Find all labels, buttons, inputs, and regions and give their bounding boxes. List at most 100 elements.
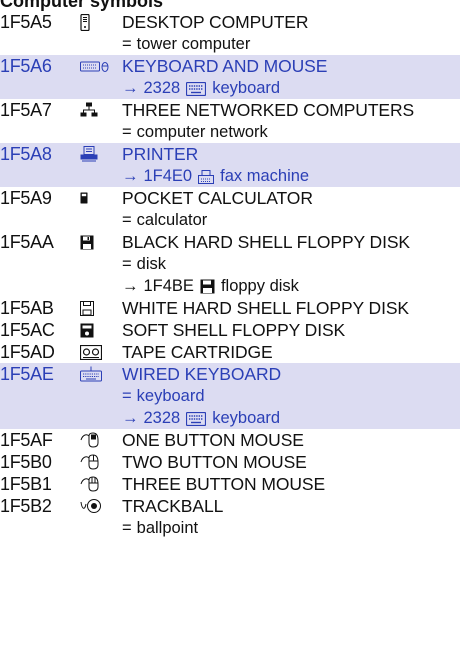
entry-main-line: 1F5A9 POCKET CALCULATOR — [0, 187, 460, 209]
cross-reference-line: → 2328 keyboard — [0, 77, 460, 99]
equals-sign: = — [122, 211, 132, 229]
alias-text: tower computer — [136, 35, 251, 53]
alias-line: = tower computer — [0, 33, 460, 55]
entry-main-line: 1F5AF ONE BUTTON MOUSE — [0, 429, 460, 451]
xref-code-point: 2328 — [143, 79, 181, 97]
character-name: WHITE HARD SHELL FLOPPY DISK — [122, 298, 409, 318]
code-point: 1F5AD — [0, 342, 55, 362]
xref-code-point: 2328 — [143, 409, 181, 427]
chart-entry: 1F5B2 TRACKBALL = ballpoint — [0, 495, 460, 539]
wired-keyboard-icon — [80, 363, 114, 385]
character-name: ONE BUTTON MOUSE — [122, 430, 304, 450]
chart-entry: 1F5B0 TWO BUTTON MOUSE — [0, 451, 460, 473]
chart-entry: 1F5A8 PRINTER → 1F4E0 fax machine — [0, 143, 460, 187]
keyboard-and-mouse-icon — [80, 55, 114, 77]
black-floppy-disk-icon — [80, 231, 114, 253]
white-floppy-disk-icon — [80, 297, 114, 319]
character-name: WIRED KEYBOARD — [122, 364, 282, 384]
xref-name: fax machine — [220, 167, 310, 185]
desktop-computer-icon — [80, 11, 114, 33]
character-name: THREE NETWORKED COMPUTERS — [122, 100, 415, 120]
entry-main-line: 1F5A5 DESKTOP COMPUTER — [0, 11, 460, 33]
xref-code-point: 1F4E0 — [143, 167, 193, 185]
alias-text: calculator — [136, 211, 208, 229]
one-button-mouse-icon — [80, 429, 114, 451]
code-point: 1F5A8 — [0, 144, 52, 164]
alias-line: = calculator — [0, 209, 460, 231]
printer-icon — [80, 143, 114, 165]
chart-entry: 1F5A5 DESKTOP COMPUTER = tower computer — [0, 11, 460, 55]
alias-text: ballpoint — [136, 519, 199, 537]
code-point: 1F5AA — [0, 232, 54, 252]
three-button-mouse-icon — [80, 473, 114, 495]
equals-sign: = — [122, 387, 132, 405]
code-point: 1F5AF — [0, 430, 53, 450]
two-button-mouse-icon — [80, 451, 114, 473]
tape-cartridge-icon — [80, 341, 114, 363]
entry-main-line: 1F5B0 TWO BUTTON MOUSE — [0, 451, 460, 473]
chart-entry: 1F5AA BLACK HARD SHELL FLOPPY DISK = disk → 1… — [0, 231, 460, 297]
entry-main-line: 1F5B2 TRACKBALL — [0, 495, 460, 517]
xref-name: keyboard — [212, 409, 281, 427]
alias-text: keyboard — [136, 387, 205, 405]
entry-main-line: 1F5B1 THREE BUTTON MOUSE — [0, 473, 460, 495]
cross-reference-line: → 2328 keyboard — [0, 407, 460, 429]
equals-sign: = — [122, 123, 132, 141]
arrow-icon: → — [122, 79, 139, 97]
code-point: 1F5AE — [0, 364, 54, 384]
code-point: 1F5A7 — [0, 100, 52, 120]
equals-sign: = — [122, 255, 132, 273]
chart-entry: 1F5AE WIRED KEYBOARD = keyboard → 2328 keyboar… — [0, 363, 460, 429]
alias-line: = ballpoint — [0, 517, 460, 539]
chart-entry: 1F5B1 THREE BUTTON MOUSE — [0, 473, 460, 495]
code-point: 1F5A9 — [0, 188, 52, 208]
chart-entry: 1F5A7 THREE NETWORKED COMPUTERS = computer … — [0, 99, 460, 143]
code-point: 1F5A5 — [0, 12, 52, 32]
entry-main-line: 1F5AA BLACK HARD SHELL FLOPPY DISK — [0, 231, 460, 253]
entry-main-line: 1F5A7 THREE NETWORKED COMPUTERS — [0, 99, 460, 121]
entry-main-line: 1F5AC SOFT SHELL FLOPPY DISK — [0, 319, 460, 341]
equals-sign: = — [122, 35, 132, 53]
alias-text: computer network — [136, 123, 268, 141]
code-chart-page: Computer symbols 1F5A5 DESKTOP COMPUTER = t… — [0, 0, 460, 665]
code-point: 1F5B0 — [0, 452, 52, 472]
pocket-calculator-icon — [80, 187, 114, 209]
chart-entry: 1F5AD TAPE CARTRIDGE — [0, 341, 460, 363]
trackball-icon — [80, 495, 114, 517]
entry-main-line: 1F5AD TAPE CARTRIDGE — [0, 341, 460, 363]
alias-line: = disk — [0, 253, 460, 275]
arrow-icon: → — [122, 409, 139, 427]
code-point: 1F5B1 — [0, 474, 52, 494]
character-name: PRINTER — [122, 144, 199, 164]
alias-line: = computer network — [0, 121, 460, 143]
xref-name: floppy disk — [220, 277, 299, 295]
entry-list: 1F5A5 DESKTOP COMPUTER = tower computer 1F5A… — [0, 11, 460, 539]
arrow-icon: → — [122, 277, 139, 295]
entry-main-line: 1F5A8 PRINTER — [0, 143, 460, 165]
entry-main-line: 1F5AE WIRED KEYBOARD — [0, 363, 460, 385]
character-name: THREE BUTTON MOUSE — [122, 474, 326, 494]
xref-code-point: 1F4BE — [143, 277, 194, 295]
chart-entry: 1F5A9 POCKET CALCULATOR = calculator — [0, 187, 460, 231]
character-name: TAPE CARTRIDGE — [122, 342, 273, 362]
cross-reference-line: → 1F4BE floppy disk — [0, 275, 460, 297]
arrow-icon: → — [122, 167, 139, 185]
code-point: 1F5B2 — [0, 496, 52, 516]
alias-text: disk — [136, 255, 166, 273]
character-name: POCKET CALCULATOR — [122, 188, 313, 208]
chart-entry: 1F5A6 KEYBOARD AND MOUSE → 2328 keyboard — [0, 55, 460, 99]
code-point: 1F5AB — [0, 298, 54, 318]
entry-main-line: 1F5AB WHITE HARD SHELL FLOPPY DISK — [0, 297, 460, 319]
character-name: KEYBOARD AND MOUSE — [122, 56, 328, 76]
section-heading: Computer symbols — [0, 0, 164, 11]
code-point: 1F5A6 — [0, 56, 52, 76]
xref-name: keyboard — [212, 79, 281, 97]
character-name: BLACK HARD SHELL FLOPPY DISK — [122, 232, 411, 252]
three-networked-computers-icon — [80, 99, 114, 121]
character-name: TWO BUTTON MOUSE — [122, 452, 307, 472]
character-name: SOFT SHELL FLOPPY DISK — [122, 320, 346, 340]
soft-floppy-disk-icon — [80, 319, 114, 341]
chart-entry: 1F5AF ONE BUTTON MOUSE — [0, 429, 460, 451]
alias-line: = keyboard — [0, 385, 460, 407]
cross-reference-line: → 1F4E0 fax machine — [0, 165, 460, 187]
